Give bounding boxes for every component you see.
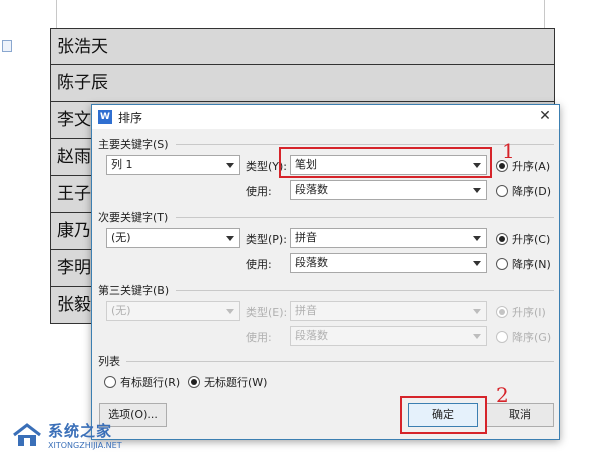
tertiary-ascending-radio[interactable]: 升序(I) — [496, 304, 546, 320]
dialog-title: 排序 — [118, 111, 143, 125]
tertiary-type-value: 拼音 — [295, 304, 317, 317]
radio-indicator — [104, 376, 116, 388]
page-margin-line-right — [544, 0, 545, 28]
tertiary-use-select[interactable]: 段落数 — [290, 326, 487, 346]
primary-key-label: 主要关键字(S) — [98, 138, 169, 151]
secondary-field-value: (无) — [111, 231, 131, 244]
primary-ascending-label: 升序(A) — [512, 160, 551, 173]
dialog-titlebar[interactable]: W 排序 ✕ — [92, 105, 559, 129]
primary-group-divider — [176, 144, 554, 145]
primary-field-value: 列 1 — [111, 158, 133, 171]
radio-indicator — [188, 376, 200, 388]
radio-indicator — [496, 331, 508, 343]
page-margin-line-left — [56, 0, 57, 28]
radio-indicator — [496, 185, 508, 197]
radio-indicator — [496, 233, 508, 245]
secondary-group-divider — [176, 217, 554, 218]
chevron-down-icon — [226, 163, 234, 168]
secondary-use-label: 使用: — [246, 258, 272, 271]
chevron-down-icon — [473, 309, 481, 314]
without-header-radio[interactable]: 无标题行(W) — [188, 374, 267, 390]
tertiary-key-label: 第三关键字(B) — [98, 284, 170, 297]
chevron-down-icon — [473, 188, 481, 193]
close-icon[interactable]: ✕ — [537, 107, 553, 125]
tertiary-use-label: 使用: — [246, 331, 272, 344]
chevron-down-icon — [473, 334, 481, 339]
watermark-text: 系统之家 XITONGZHIJIA.NET — [48, 420, 122, 450]
primary-field-select[interactable]: 列 1 — [106, 155, 240, 175]
primary-use-value: 段落数 — [295, 183, 328, 196]
secondary-use-select[interactable]: 段落数 — [290, 253, 487, 273]
watermark-cn: 系统之家 — [48, 422, 113, 440]
radio-indicator — [496, 258, 508, 270]
secondary-type-label: 类型(P): — [246, 233, 287, 246]
with-header-label: 有标题行(R) — [120, 376, 181, 389]
watermark-en: XITONGZHIJIA.NET — [48, 441, 122, 450]
tertiary-type-label: 类型(E): — [246, 306, 288, 319]
primary-use-label: 使用: — [246, 185, 272, 198]
secondary-ascending-radio[interactable]: 升序(C) — [496, 231, 550, 247]
tertiary-type-select[interactable]: 拼音 — [290, 301, 487, 321]
with-header-radio[interactable]: 有标题行(R) — [104, 374, 180, 390]
document-icon — [2, 40, 12, 52]
primary-use-select[interactable]: 段落数 — [290, 180, 487, 200]
chevron-down-icon — [226, 236, 234, 241]
annotation-box-ok-button — [400, 396, 487, 434]
house-logo-icon — [12, 423, 42, 447]
radio-indicator — [496, 306, 508, 318]
primary-descending-radio[interactable]: 降序(D) — [496, 183, 551, 199]
table-row: 张浩天 — [50, 28, 555, 65]
tertiary-use-value: 段落数 — [295, 329, 328, 342]
table-row: 陈子辰 — [50, 65, 555, 102]
secondary-use-value: 段落数 — [295, 256, 328, 269]
chevron-down-icon — [473, 236, 481, 241]
secondary-key-label: 次要关键字(T) — [98, 211, 169, 224]
tertiary-field-select[interactable]: (无) — [106, 301, 240, 321]
chevron-down-icon — [226, 309, 234, 314]
site-watermark: 系统之家 XITONGZHIJIA.NET — [12, 420, 122, 450]
chevron-down-icon — [473, 261, 481, 266]
list-label: 列表 — [98, 355, 120, 368]
list-group-divider — [126, 361, 554, 362]
annotation-box-type-select — [279, 147, 492, 178]
secondary-descending-label: 降序(N) — [512, 258, 551, 271]
tertiary-group-divider — [176, 290, 554, 291]
tertiary-descending-radio[interactable]: 降序(G) — [496, 329, 551, 345]
tertiary-ascending-label: 升序(I) — [512, 306, 546, 319]
tertiary-field-value: (无) — [111, 304, 131, 317]
annotation-number-2: 2 — [496, 383, 509, 407]
without-header-label: 无标题行(W) — [204, 376, 268, 389]
primary-descending-label: 降序(D) — [512, 185, 552, 198]
secondary-field-select[interactable]: (无) — [106, 228, 240, 248]
secondary-type-value: 拼音 — [295, 231, 317, 244]
tertiary-descending-label: 降序(G) — [512, 331, 552, 344]
secondary-type-select[interactable]: 拼音 — [290, 228, 487, 248]
secondary-descending-radio[interactable]: 降序(N) — [496, 256, 551, 272]
annotation-number-1: 1 — [502, 139, 515, 163]
secondary-ascending-label: 升序(C) — [512, 233, 551, 246]
wps-app-icon: W — [98, 110, 112, 124]
